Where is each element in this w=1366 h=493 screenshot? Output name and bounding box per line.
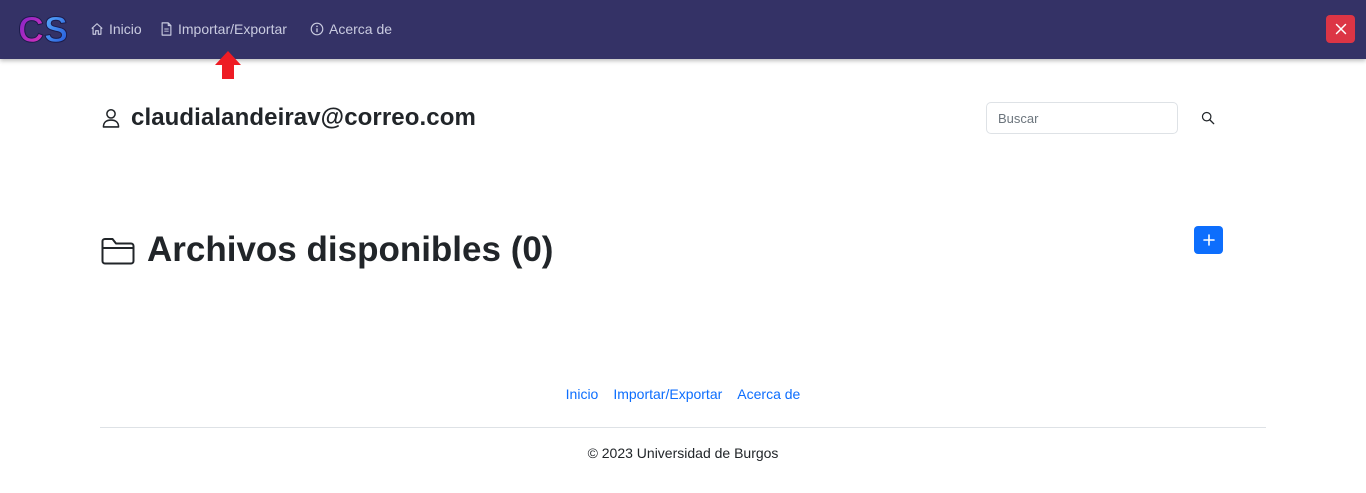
footer-link-import-export[interactable]: Importar/Exportar <box>613 386 722 402</box>
plus-icon <box>1202 234 1215 246</box>
user-email: claudialandeirav@correo.com <box>131 104 476 131</box>
svg-text:S: S <box>44 11 68 49</box>
nav-link-import-export-label: Importar/Exportar <box>178 21 287 37</box>
person-icon <box>102 108 120 128</box>
search-input[interactable] <box>986 102 1178 134</box>
copyright-text: © 2023 Universidad de Burgos <box>587 445 779 461</box>
file-icon <box>161 22 172 36</box>
svg-text:C: C <box>18 11 44 49</box>
nav-link-home-label: Inicio <box>109 21 142 37</box>
footer-link-about[interactable]: Acerca de <box>737 386 800 402</box>
top-navbar: C S Inicio Importar/Exportar Acerca de <box>0 0 1366 59</box>
files-header: Archivos disponibles (0) <box>100 228 553 272</box>
info-circle-icon <box>310 22 324 36</box>
footer-link-home[interactable]: Inicio <box>566 386 599 402</box>
files-title: Archivos disponibles (0) <box>147 230 554 269</box>
footer-divider <box>100 427 1266 428</box>
logo-image: C S <box>18 9 69 51</box>
house-icon <box>91 23 103 35</box>
folder-icon <box>101 238 135 265</box>
nav-link-about[interactable]: Acerca de <box>310 19 392 39</box>
annotation-arrow-icon <box>213 50 243 80</box>
user-header: claudialandeirav@correo.com <box>100 102 476 134</box>
search-icon <box>1201 111 1215 125</box>
search-button[interactable] <box>1198 108 1218 128</box>
close-button[interactable] <box>1326 15 1355 43</box>
nav-link-home[interactable]: Inicio <box>90 19 142 39</box>
add-file-button[interactable] <box>1194 226 1223 254</box>
nav-link-import-export[interactable]: Importar/Exportar <box>160 19 287 39</box>
app-logo[interactable]: C S <box>17 9 77 51</box>
nav-link-about-label: Acerca de <box>329 21 393 37</box>
footer-nav: Inicio Importar/Exportar Acerca de <box>0 386 1366 402</box>
close-icon <box>1335 23 1346 35</box>
